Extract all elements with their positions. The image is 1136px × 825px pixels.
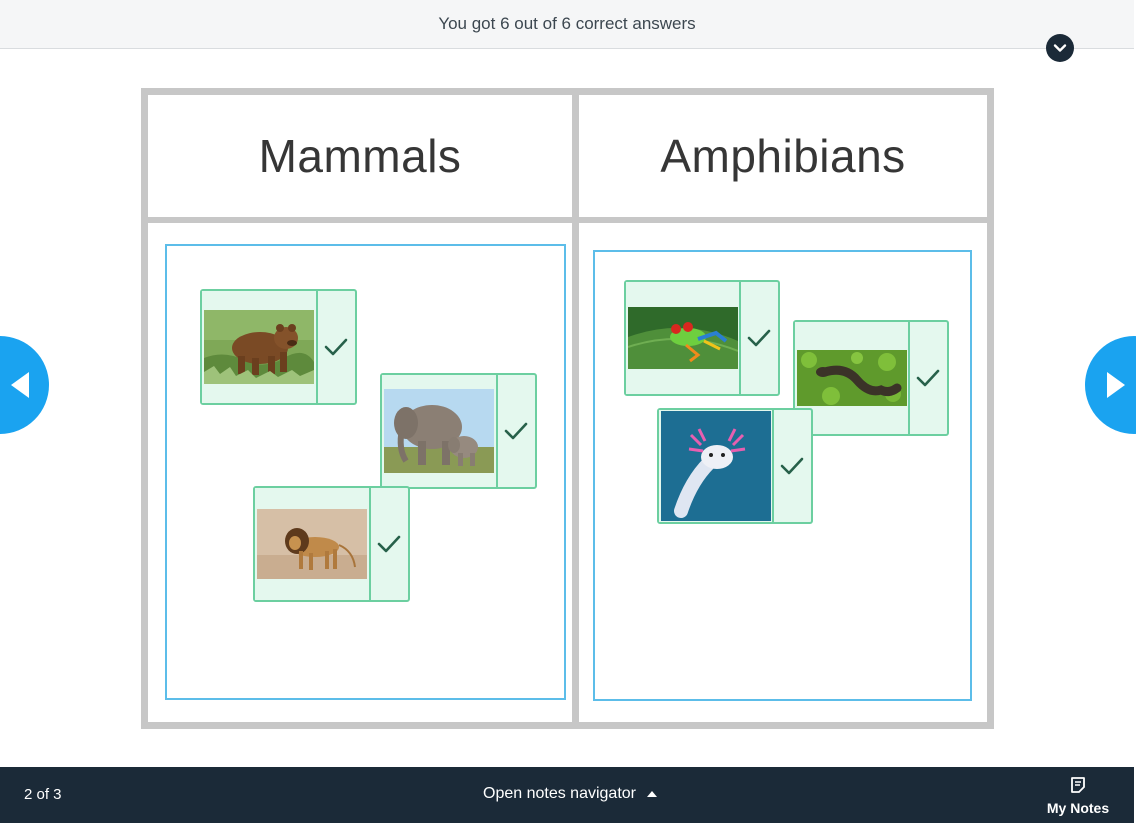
axolotl-image xyxy=(660,411,771,521)
image-pane xyxy=(255,488,371,600)
brown-bear-image xyxy=(204,310,314,384)
checkmark-icon xyxy=(504,422,528,440)
image-pane xyxy=(382,375,498,487)
answer-card-brown-bear[interactable] xyxy=(200,289,357,405)
page: You got 6 out of 6 correct answers Mamma… xyxy=(0,0,1136,825)
triangle-right-icon xyxy=(1107,372,1125,398)
image-pane xyxy=(626,282,741,394)
checkmark-icon xyxy=(747,329,770,347)
categorize-board: Mammals Amphibians xyxy=(141,88,994,729)
correct-status xyxy=(370,488,408,600)
salamander-image xyxy=(796,350,907,406)
checkmark-icon xyxy=(324,338,348,356)
bottom-bar: 2 of 3 Open notes navigator My Notes xyxy=(0,767,1134,823)
open-notes-navigator-button[interactable]: Open notes navigator xyxy=(483,785,658,803)
notes-icon xyxy=(1071,777,1085,793)
tree-frog-image xyxy=(627,307,738,369)
category-header-mammals: Mammals xyxy=(148,95,572,217)
category-column-mammals xyxy=(148,223,572,722)
collapse-feedback-button[interactable] xyxy=(1046,34,1074,62)
correct-status xyxy=(908,322,947,434)
answer-card-elephant[interactable] xyxy=(380,373,537,489)
chevron-down-icon xyxy=(1053,44,1067,52)
checkmark-icon xyxy=(377,535,401,553)
lion-image xyxy=(257,509,367,579)
feedback-banner: You got 6 out of 6 correct answers xyxy=(0,0,1134,49)
drop-zone-amphibians[interactable] xyxy=(593,250,972,701)
page-indicator: 2 of 3 xyxy=(24,786,62,803)
my-notes-button[interactable]: My Notes xyxy=(1044,776,1112,816)
elephant-image xyxy=(384,389,494,473)
category-header-amphibians: Amphibians xyxy=(579,95,987,217)
correct-status xyxy=(497,375,535,487)
correct-status xyxy=(739,282,778,394)
notes-navigator-label: Open notes navigator xyxy=(483,785,636,802)
feedback-message: You got 6 out of 6 correct answers xyxy=(438,14,696,33)
category-title: Amphibians xyxy=(660,130,906,182)
next-slide-button[interactable] xyxy=(1085,336,1136,434)
category-title: Mammals xyxy=(258,130,462,182)
answer-card-lion[interactable] xyxy=(253,486,410,602)
drop-zone-mammals[interactable] xyxy=(165,244,566,700)
caret-up-icon xyxy=(647,791,657,797)
checkmark-icon xyxy=(780,457,803,475)
checkmark-icon xyxy=(916,369,939,387)
image-pane xyxy=(659,410,774,522)
triangle-left-icon xyxy=(11,372,29,398)
correct-status xyxy=(772,410,811,522)
answer-card-tree-frog[interactable] xyxy=(624,280,780,396)
image-pane xyxy=(202,291,318,403)
category-column-amphibians xyxy=(579,223,987,722)
previous-slide-button[interactable] xyxy=(0,336,49,434)
answer-card-salamander[interactable] xyxy=(793,320,949,436)
answer-card-axolotl[interactable] xyxy=(657,408,813,524)
my-notes-label: My Notes xyxy=(1046,800,1110,816)
correct-status xyxy=(317,291,355,403)
